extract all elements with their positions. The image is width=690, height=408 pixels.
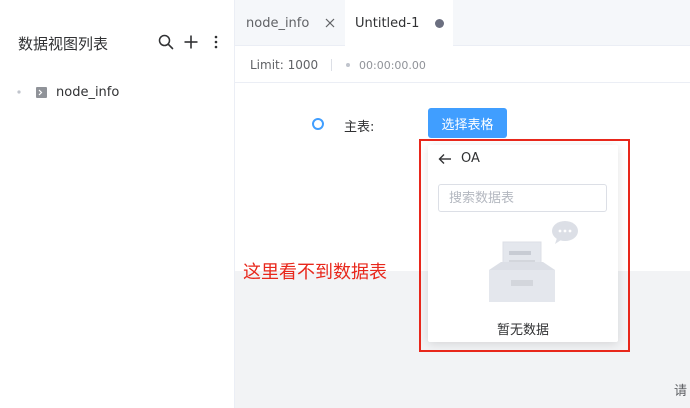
tab-untitled-1[interactable]: Untitled-1 xyxy=(345,0,453,47)
terminal-icon xyxy=(36,86,47,98)
tab-label: node_info xyxy=(246,15,310,31)
sidebar: 数据视图列表 node_info xyxy=(0,0,235,408)
main-table-radio[interactable] xyxy=(312,118,324,130)
close-icon[interactable] xyxy=(324,17,336,29)
unsaved-dot-icon[interactable] xyxy=(435,19,444,28)
tab-bar: node_info Untitled-1 xyxy=(235,0,690,47)
tree-bullet-icon xyxy=(16,89,22,95)
plus-icon[interactable] xyxy=(181,32,201,52)
tab-node-info[interactable]: node_info xyxy=(235,0,345,46)
hint-text: 请 xyxy=(674,384,688,399)
annotation-text: 这里看不到数据表 xyxy=(243,262,387,283)
status-dot-icon xyxy=(346,63,350,67)
annotation-highlight-box xyxy=(419,139,630,352)
query-toolbar: Limit: 1000 00:00:00.00 xyxy=(235,47,690,83)
sidebar-title: 数据视图列表 xyxy=(18,35,109,53)
search-icon[interactable] xyxy=(156,32,176,52)
toolbar-divider xyxy=(331,59,332,71)
more-vertical-icon[interactable] xyxy=(206,32,226,52)
main-table-label: 主表: xyxy=(344,120,375,135)
limit-setting[interactable]: Limit: 1000 xyxy=(250,58,318,72)
tab-label: Untitled-1 xyxy=(355,16,420,31)
tree-item-node-info[interactable]: node_info xyxy=(16,82,119,102)
select-table-button[interactable]: 选择表格 xyxy=(428,108,507,138)
tree-item-label: node_info xyxy=(56,84,120,100)
execution-timer: 00:00:00.00 xyxy=(359,59,426,72)
